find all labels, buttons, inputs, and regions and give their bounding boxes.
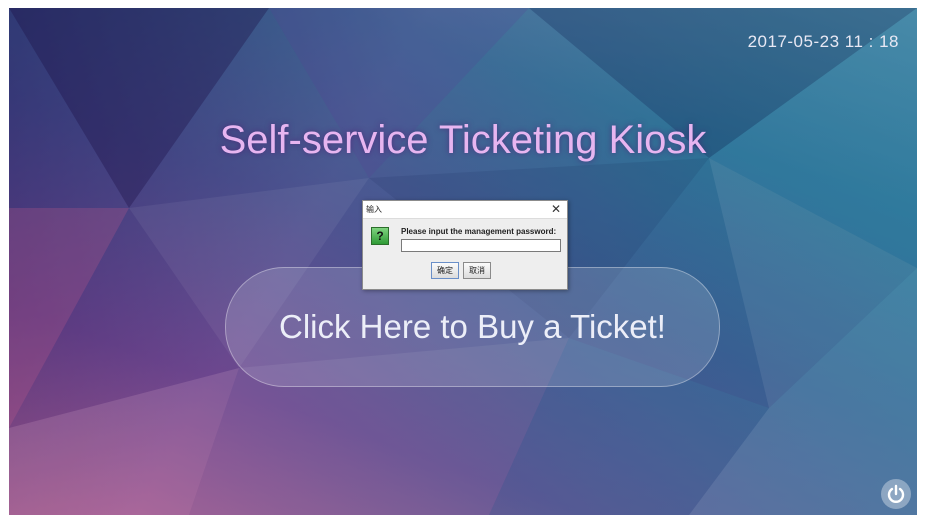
dialog-titlebar: 输入 ✕ [363, 201, 567, 219]
power-button[interactable] [881, 479, 911, 509]
close-icon[interactable]: ✕ [551, 202, 561, 216]
question-icon: ? [371, 227, 389, 245]
ok-button[interactable]: 确定 [431, 262, 459, 279]
datetime-display: 2017-05-23 11 : 18 [747, 32, 899, 51]
dialog-title: 输入 [366, 205, 382, 214]
power-icon [887, 484, 905, 503]
page-title: Self-service Ticketing Kiosk [219, 118, 707, 162]
password-input[interactable] [401, 239, 561, 252]
password-dialog: 输入 ✕ ? Please input the management passw… [362, 200, 568, 290]
cancel-button[interactable]: 取消 [463, 262, 491, 279]
dialog-message: Please input the management password: [401, 227, 557, 236]
